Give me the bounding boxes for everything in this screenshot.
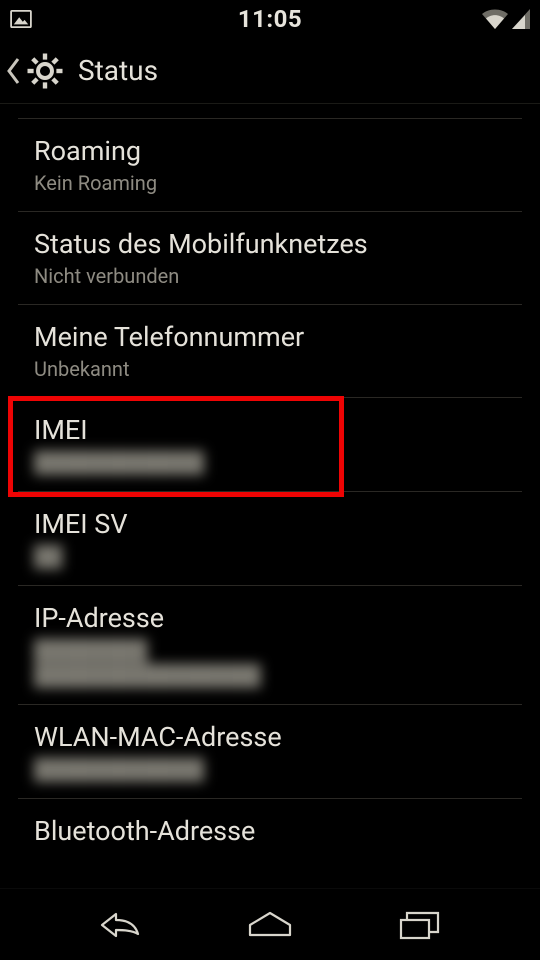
- item-title: Meine Telefonnummer: [34, 321, 516, 353]
- item-sub: ████████████: [34, 757, 516, 782]
- item-title: Bluetooth-Adresse: [34, 815, 516, 847]
- list-item-ip-address[interactable]: IP-Adresse ████████ ████████████████: [18, 586, 522, 705]
- item-sub: ████████ ████████████████: [34, 638, 516, 688]
- item-title: IMEI SV: [34, 508, 516, 540]
- cell-signal-icon: [512, 9, 530, 29]
- item-title: IP-Adresse: [34, 602, 516, 634]
- picture-icon: [10, 10, 32, 28]
- nav-back-button[interactable]: [90, 905, 150, 945]
- wifi-icon: [482, 9, 508, 29]
- android-status-bar: 11:05: [0, 0, 540, 38]
- list-item-phone-number[interactable]: Meine Telefonnummer Unbekannt: [18, 305, 522, 398]
- item-sub: Nicht verbunden: [34, 264, 516, 288]
- gear-icon: [24, 50, 66, 92]
- nav-home-button[interactable]: [240, 905, 300, 945]
- android-nav-bar: [0, 888, 540, 960]
- status-left: [10, 10, 32, 28]
- item-title: Roaming: [34, 135, 516, 167]
- back-icon[interactable]: [6, 57, 20, 85]
- page-title: Status: [78, 54, 158, 87]
- item-title: Status des Mobilfunknetzes: [34, 228, 516, 260]
- highlight-annotation: [8, 396, 344, 497]
- item-title: WLAN-MAC-Adresse: [34, 721, 516, 753]
- clock-text: 11:05: [238, 5, 302, 33]
- status-list: Roaming Kein Roaming Status des Mobilfun…: [0, 118, 540, 867]
- item-sub: ████████████: [34, 450, 516, 475]
- item-title: IMEI: [34, 414, 516, 446]
- list-item-roaming[interactable]: Roaming Kein Roaming: [18, 118, 522, 212]
- list-item-imei-sv[interactable]: IMEI SV ██: [18, 492, 522, 586]
- action-bar[interactable]: Status: [0, 38, 540, 104]
- list-item-network-status[interactable]: Status des Mobilfunknetzes Nicht verbund…: [18, 212, 522, 305]
- item-sub: Kein Roaming: [34, 171, 516, 195]
- item-sub: Unbekannt: [34, 357, 516, 381]
- status-right: [482, 9, 530, 29]
- item-sub: ██: [34, 544, 516, 569]
- list-item-bluetooth-address[interactable]: Bluetooth-Adresse: [18, 799, 522, 867]
- nav-recent-button[interactable]: [390, 905, 450, 945]
- list-item-imei[interactable]: IMEI ████████████: [18, 398, 522, 492]
- list-item-wlan-mac[interactable]: WLAN-MAC-Adresse ████████████: [18, 705, 522, 799]
